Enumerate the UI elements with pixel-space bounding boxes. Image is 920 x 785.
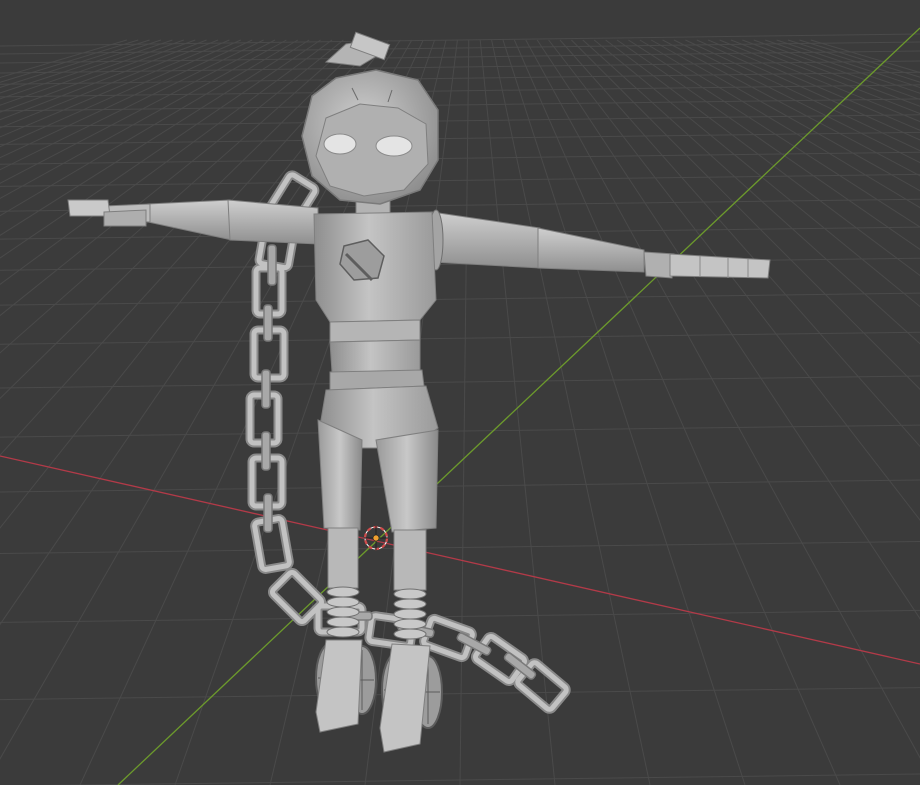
- origin-point-icon: [372, 534, 380, 542]
- right-eye-icon: [375, 135, 413, 157]
- left-eye-icon: [323, 133, 357, 155]
- 3d-viewport[interactable]: [0, 0, 920, 785]
- torso: [313, 211, 439, 449]
- head: [301, 31, 439, 205]
- floor-grid: [0, 33, 920, 785]
- legs: [315, 419, 443, 753]
- viewport-canvas[interactable]: [0, 0, 920, 785]
- right-arm: [428, 209, 771, 279]
